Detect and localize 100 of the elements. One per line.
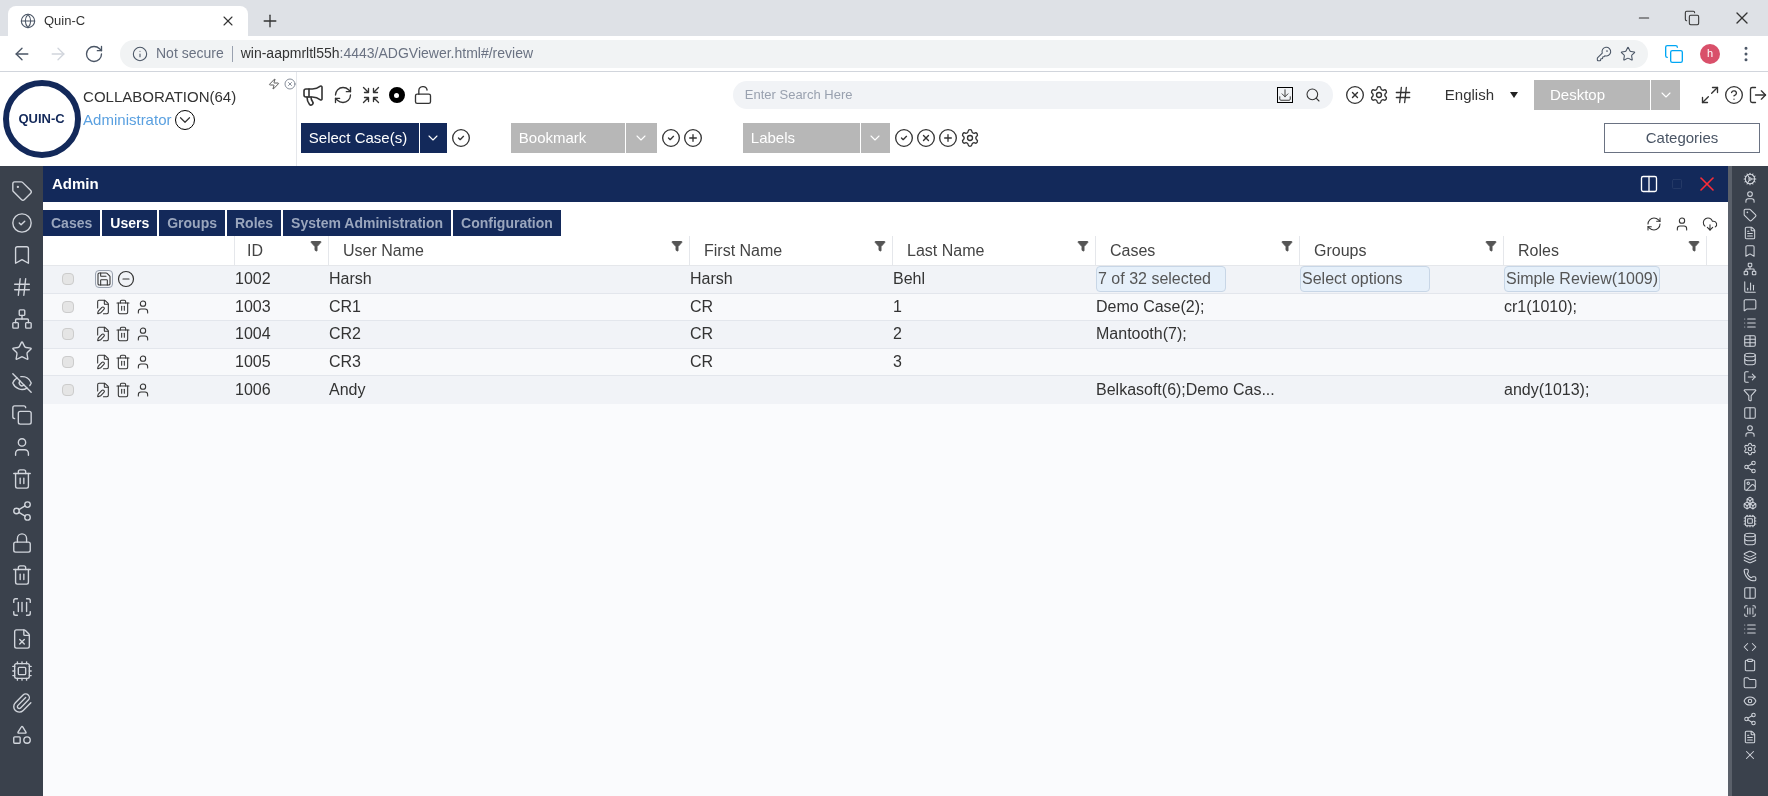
filter-icon[interactable] [1688, 240, 1700, 252]
tab[interactable]: Cases [43, 210, 101, 236]
dropdown-toggle[interactable] [419, 123, 447, 153]
trash-icon[interactable] [10, 564, 33, 586]
row-checkbox[interactable] [61, 273, 74, 286]
copy-icon[interactable] [10, 404, 33, 426]
user-icon[interactable] [135, 353, 151, 370]
settings-icon[interactable] [959, 128, 980, 148]
dropdown-toggle[interactable] [625, 123, 657, 153]
tool-icon[interactable] [1743, 244, 1757, 258]
tool-icon[interactable] [1743, 460, 1757, 474]
tool-icon[interactable] [1743, 280, 1757, 294]
tool-icon[interactable] [1743, 568, 1757, 582]
trash-icon[interactable] [115, 353, 131, 370]
edit-icon[interactable] [95, 353, 111, 370]
row-checkbox[interactable] [61, 300, 74, 313]
cancel-icon[interactable] [117, 270, 135, 289]
tool-icon[interactable] [1743, 316, 1757, 330]
trash-icon[interactable] [115, 381, 131, 398]
tool-icon[interactable] [1743, 424, 1757, 438]
edit-icon[interactable] [95, 326, 111, 343]
search-field[interactable]: Enter Search Here [744, 85, 1265, 105]
tab[interactable]: System Administration [283, 210, 452, 236]
column-header[interactable]: ID [235, 236, 329, 265]
link-node-icon[interactable] [10, 500, 33, 522]
tool-icon[interactable] [1743, 622, 1757, 636]
save-icon[interactable] [95, 270, 113, 289]
eye-off-icon[interactable] [10, 372, 33, 394]
tool-icon[interactable] [1743, 208, 1757, 222]
tool-icon[interactable] [1743, 604, 1757, 618]
search-icon[interactable] [1304, 87, 1321, 103]
row-checkbox[interactable] [61, 355, 74, 368]
record-icon[interactable] [388, 87, 405, 103]
check-circle-icon[interactable] [660, 128, 681, 148]
tool-icon[interactable] [1743, 712, 1757, 726]
tool-icon[interactable] [1743, 172, 1757, 186]
key-icon[interactable] [1596, 45, 1612, 62]
address-bar[interactable]: Not secure win-aapmrltl55h:4443/ADGViewer.html#/review [120, 39, 1648, 68]
column-header[interactable]: Roles [1504, 236, 1707, 265]
tool-icon[interactable] [1743, 370, 1757, 384]
settings-icon[interactable] [1368, 85, 1389, 105]
browser-tab[interactable]: Quin-C [8, 6, 248, 36]
tab[interactable]: Roles [226, 210, 282, 236]
megaphone-icon[interactable] [300, 83, 325, 107]
tab[interactable]: Users [102, 210, 158, 236]
network-icon[interactable] [10, 308, 33, 330]
extension-icon[interactable] [1664, 43, 1684, 64]
trash-icon[interactable] [10, 468, 33, 490]
tool-icon[interactable] [1743, 226, 1757, 240]
help-icon[interactable] [1724, 85, 1744, 105]
filter-icon[interactable] [671, 240, 683, 252]
scanner-icon[interactable] [10, 596, 33, 618]
tool-icon[interactable] [1743, 586, 1757, 600]
multiselect-field[interactable]: Simple Review(1009) [1504, 266, 1661, 293]
plus-circle-icon[interactable] [682, 128, 703, 148]
tool-icon[interactable] [1743, 190, 1757, 204]
tool-icon[interactable] [1743, 748, 1757, 762]
check-circle-icon[interactable] [450, 128, 471, 148]
logout-icon[interactable] [1748, 85, 1768, 105]
tool-icon[interactable] [1743, 514, 1757, 528]
refresh-icon[interactable] [332, 85, 353, 105]
tool-icon[interactable] [1743, 496, 1757, 510]
plus-circle-icon[interactable] [937, 128, 958, 148]
info-icon[interactable] [132, 45, 148, 62]
row-checkbox[interactable] [61, 328, 74, 341]
tool-icon[interactable] [1743, 406, 1757, 420]
unlock-icon[interactable] [412, 85, 433, 105]
shrink-icon[interactable] [360, 85, 381, 105]
filter-icon[interactable] [1485, 240, 1497, 252]
download-box-icon[interactable] [1276, 87, 1293, 103]
lock-icon[interactable] [10, 532, 33, 554]
tool-icon[interactable] [1743, 676, 1757, 690]
tag-icon[interactable] [10, 180, 33, 202]
column-header[interactable]: Groups [1300, 236, 1504, 265]
filter-icon[interactable] [874, 240, 886, 252]
tab[interactable]: Groups [159, 210, 225, 236]
tool-icon[interactable] [1743, 550, 1757, 564]
reload-icon[interactable] [84, 43, 104, 64]
restore-icon[interactable] [1684, 10, 1700, 26]
filter-icon[interactable] [310, 240, 322, 252]
edit-icon[interactable] [95, 381, 111, 398]
column-header[interactable]: Cases [1096, 236, 1300, 265]
table-row[interactable]: 1006 Andy Belkasoft(6);Demo Cas... andy(1013); [43, 376, 1728, 404]
split-view-icon[interactable] [1639, 174, 1659, 194]
profile-avatar[interactable]: h [1700, 43, 1720, 64]
column-header[interactable]: Last Name [893, 236, 1096, 265]
expand-icon[interactable] [1700, 85, 1720, 105]
dropdown-toggle[interactable] [860, 123, 890, 153]
table-row[interactable]: 1002 Harsh Harsh Behl 7 of 32 selected Select options Simple Review(1009) [43, 266, 1728, 294]
categories-button[interactable]: Categories [1604, 123, 1760, 153]
close-circle-icon[interactable] [915, 128, 936, 148]
language-select[interactable]: English [1444, 83, 1518, 107]
tool-icon[interactable] [1743, 388, 1757, 402]
multiselect-field[interactable]: Select options [1300, 266, 1430, 293]
trash-icon[interactable] [115, 326, 131, 343]
filter-icon[interactable] [1077, 240, 1089, 252]
user-icon[interactable] [135, 381, 151, 398]
tool-icon[interactable] [1743, 694, 1757, 708]
multiselect-field[interactable]: 7 of 32 selected [1096, 266, 1226, 293]
tool-icon[interactable] [1743, 262, 1757, 276]
